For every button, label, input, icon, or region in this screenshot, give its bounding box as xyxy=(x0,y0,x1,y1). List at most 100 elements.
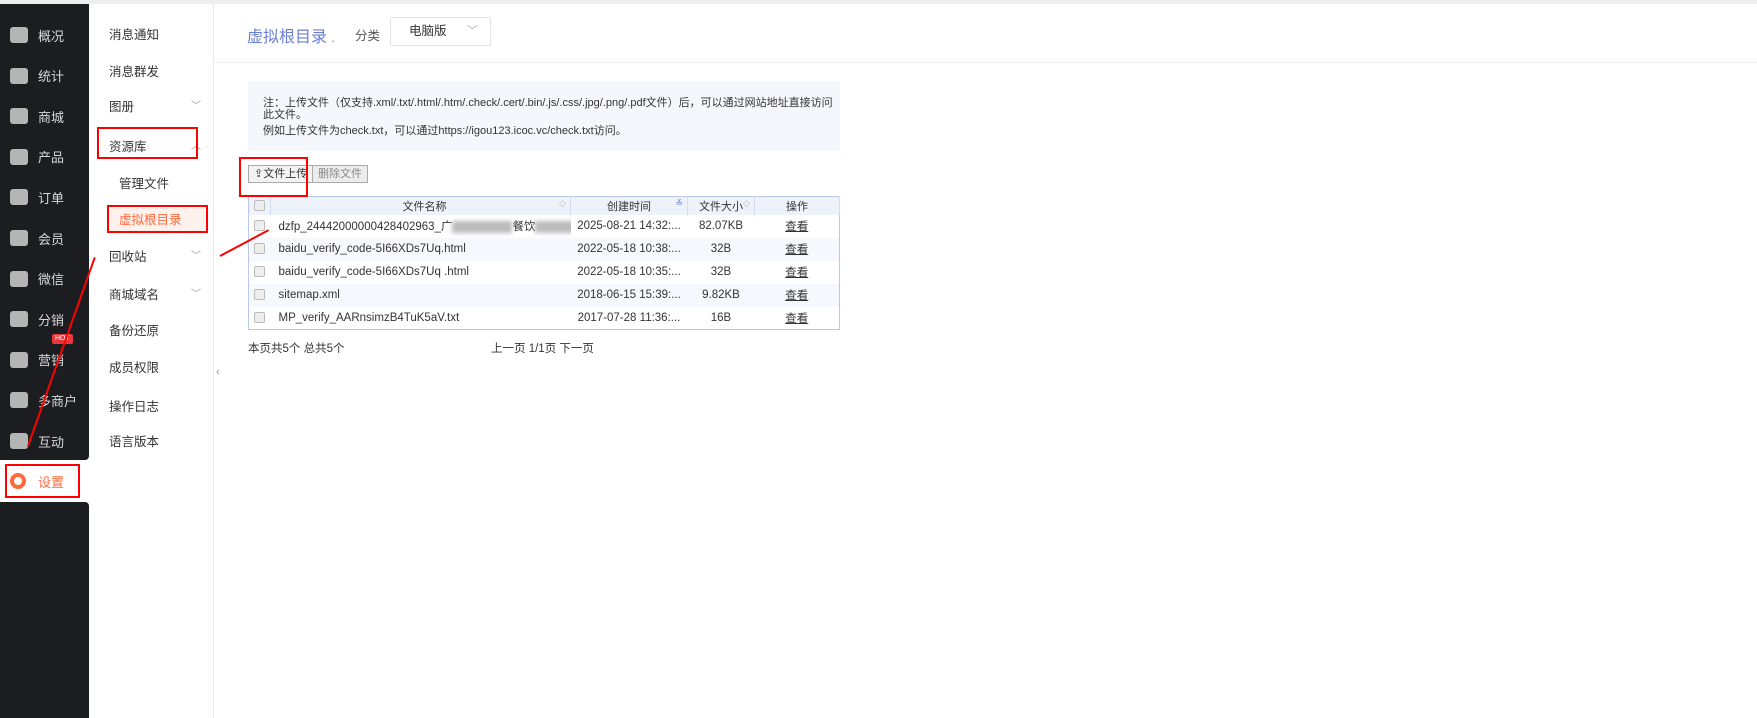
nav-item[interactable]: 微信 xyxy=(0,261,89,297)
view-link[interactable]: 查看 xyxy=(785,290,808,302)
view-link[interactable]: 查看 xyxy=(785,244,808,256)
page-indicator: 1/1页 xyxy=(528,343,557,355)
nav-label: 分销 xyxy=(38,312,65,328)
highlight-box xyxy=(107,205,208,233)
layers-icon xyxy=(10,27,28,43)
people-icon xyxy=(10,433,28,449)
nav-item[interactable]: 营销 HOT xyxy=(0,333,89,378)
users-icon xyxy=(10,311,28,328)
nav-label: 产品 xyxy=(38,150,65,166)
file-name: dzfp_24442000000428402963_广餐饮司_202 xyxy=(271,215,571,238)
sort-icon[interactable]: ◇ xyxy=(559,198,566,209)
nav-item[interactable]: 产品 xyxy=(0,139,89,175)
file-size: 9.82KB xyxy=(687,283,755,307)
sub-item-manage-files[interactable]: 管理文件 xyxy=(119,169,169,199)
sort-icon[interactable]: ◇ xyxy=(743,198,750,209)
primary-sidebar-bottom xyxy=(0,502,89,718)
row-checkbox[interactable] xyxy=(254,243,266,255)
next-page-link[interactable]: 下一页 xyxy=(559,343,594,355)
chevron-down-icon: ﹀ xyxy=(191,289,201,300)
redacted xyxy=(452,220,513,233)
note-line-2: 例如上传文件为check.txt，可以通过https://igou123.ico… xyxy=(263,125,627,137)
col-action: 操作 xyxy=(754,196,840,215)
flag-icon xyxy=(10,351,28,368)
row-checkbox[interactable] xyxy=(254,289,266,301)
sort-desc-icon[interactable]: ≚ xyxy=(675,198,683,209)
view-link[interactable]: 查看 xyxy=(785,313,808,325)
view-link[interactable]: 查看 xyxy=(785,221,808,233)
row-checkbox[interactable] xyxy=(254,312,266,324)
nav-label: 会员 xyxy=(38,231,65,247)
created-time: 2022-05-18 10:38:... xyxy=(570,237,688,261)
redacted xyxy=(535,220,571,233)
file-name: sitemap.xml xyxy=(270,283,571,307)
chevron-down-icon: ﹀ xyxy=(191,251,201,262)
prev-page-link[interactable]: 上一页 xyxy=(491,343,526,355)
upload-note: 注：上传文件（仅支持.xml/.txt/.html/.htm/.check/.c… xyxy=(248,81,840,151)
secondary-nav-item[interactable]: 消息通知 xyxy=(109,20,209,50)
nav-label: 商城 xyxy=(38,109,65,125)
nav-item[interactable]: 会员 xyxy=(0,220,89,256)
chevron-down-icon: ﹀ xyxy=(191,101,201,112)
store-icon xyxy=(10,392,28,409)
table-row: MP_verify_AARnsimzB4TuK5aV.txt 2017-07-2… xyxy=(249,307,840,330)
table-row: baidu_verify_code-5I66XDs7Uq.html 2022-0… xyxy=(248,237,840,261)
file-size: 32B xyxy=(710,266,732,278)
clipboard-icon xyxy=(10,189,28,206)
select-all-checkbox[interactable] xyxy=(254,200,265,212)
table-row: baidu_verify_code-5I66XDs7Uq .html 2022-… xyxy=(249,261,840,284)
crown-icon xyxy=(10,230,28,246)
col-name[interactable]: 文件名称 ◇ xyxy=(270,196,571,215)
table-row: dzfp_24442000000428402963_广餐饮司_202 2025-… xyxy=(249,215,840,238)
chat-icon xyxy=(10,270,28,287)
file-size: 16B xyxy=(710,311,732,324)
file-size: 32B xyxy=(687,237,755,261)
nav-label: 订单 xyxy=(38,190,65,206)
nav-item[interactable]: 概况 xyxy=(0,17,89,53)
created-time: 2017-07-28 11:36:... xyxy=(577,311,681,324)
file-table: 文件名称 ◇ 创建时间 ≚ 文件大小 ◇ 操作 dzfp_24442000000428… xyxy=(248,196,840,330)
highlight-box xyxy=(97,127,198,159)
nav-label: 互动 xyxy=(38,434,65,450)
chevron-down-icon: ﹀ xyxy=(467,25,478,37)
secondary-nav-item[interactable]: 回收站 ﹀ xyxy=(109,242,209,272)
secondary-nav-item[interactable]: 语言版本 xyxy=(109,427,209,457)
nav-label: 微信 xyxy=(38,272,65,288)
created-time: 2025-08-21 14:32:... xyxy=(577,220,681,232)
col-time[interactable]: 创建时间 ≚ xyxy=(570,196,688,215)
secondary-nav-item[interactable]: 图册 ﹀ xyxy=(109,92,209,122)
delete-file-button[interactable]: 删除文件 xyxy=(312,165,368,183)
category-select[interactable]: 电脑版 ﹀ xyxy=(390,17,491,46)
file-name: MP_verify_AARnsimzB4TuK5aV.txt xyxy=(278,311,460,324)
nav-item[interactable]: 统计 xyxy=(0,58,89,94)
file-name: baidu_verify_code-5I66XDs7Uq .html xyxy=(278,266,470,278)
table-row: sitemap.xml 2018-06-15 15:39:... 9.82KB … xyxy=(248,283,840,307)
secondary-nav-item[interactable]: 备份还原 xyxy=(109,316,209,346)
category-label: 分类 xyxy=(355,29,381,43)
view-link[interactable]: 查看 xyxy=(785,267,808,279)
chart-icon xyxy=(10,67,28,84)
col-size[interactable]: 文件大小 ◇ xyxy=(687,196,755,215)
nav-item[interactable]: 商城 xyxy=(0,98,89,134)
secondary-nav-item[interactable]: 操作日志 xyxy=(109,392,209,422)
row-checkbox[interactable] xyxy=(254,220,266,232)
page-summary: 本页共5个 总共5个 xyxy=(248,343,345,355)
page-title: 虚拟根目录 . xyxy=(247,29,335,46)
nav-label: 统计 xyxy=(38,69,65,85)
highlight-box xyxy=(239,157,308,197)
created-time: 2018-06-15 15:39:... xyxy=(570,283,688,307)
secondary-nav-item[interactable]: 成员权限 xyxy=(109,353,209,383)
created-time: 2022-05-18 10:35:... xyxy=(577,266,681,278)
secondary-nav-item[interactable]: 商城域名 ﹀ xyxy=(109,280,209,310)
row-checkbox[interactable] xyxy=(254,266,266,278)
note-line-1: 注：上传文件（仅支持.xml/.txt/.html/.htm/.check/.c… xyxy=(263,97,833,121)
file-size: 82.07KB xyxy=(698,220,744,232)
nav-item[interactable]: 互动 xyxy=(0,423,89,459)
grid-icon xyxy=(10,148,28,165)
collapse-sidebar-icon[interactable]: ‹ xyxy=(216,366,220,378)
pagination: 上一页 1/1页 下一页 xyxy=(491,340,594,356)
nav-item[interactable]: 订单 xyxy=(0,179,89,215)
secondary-nav-item[interactable]: 消息群发 xyxy=(109,57,209,87)
file-name: baidu_verify_code-5I66XDs7Uq.html xyxy=(270,237,571,261)
nav-label: 概况 xyxy=(38,28,65,44)
